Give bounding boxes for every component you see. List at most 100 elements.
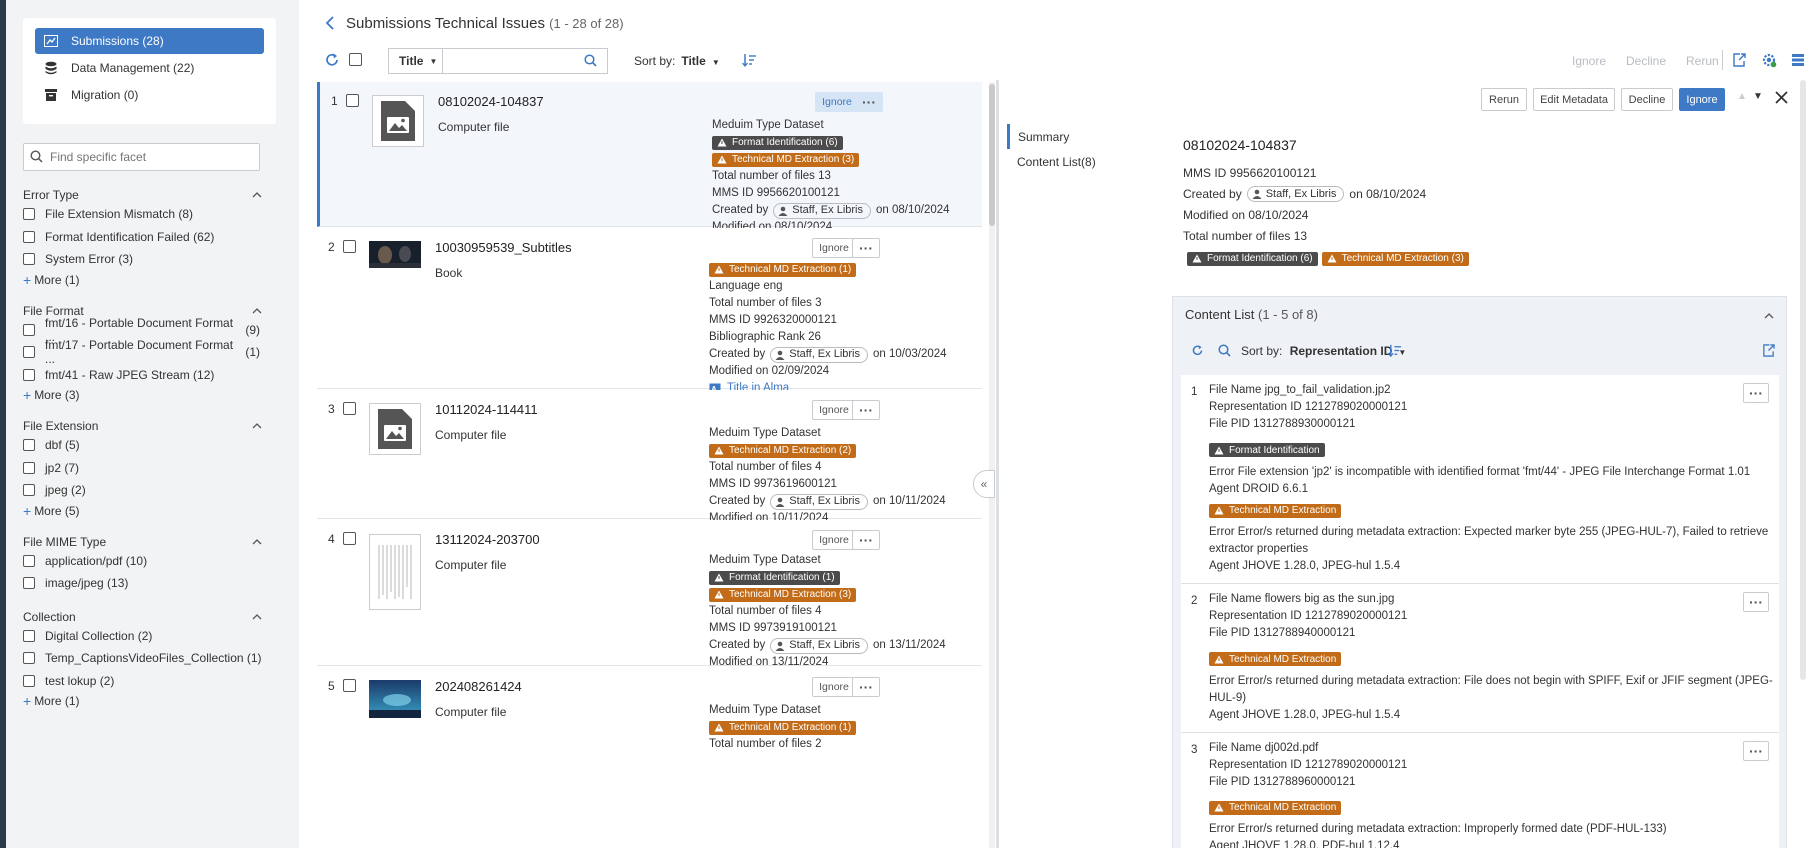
user-chip[interactable]: Staff, Ex Libris (773, 202, 871, 219)
row-checkbox[interactable] (343, 240, 356, 253)
ignore-button[interactable]: Ignore (812, 677, 856, 697)
ignore-button[interactable]: Ignore (812, 530, 856, 550)
sort-direction-icon[interactable] (741, 52, 757, 68)
facet-option[interactable]: test lokup (2) (23, 670, 268, 693)
facet-option[interactable]: application/pdf (10) (23, 550, 268, 573)
tab-summary[interactable]: Summary (1007, 124, 1147, 149)
sort-control[interactable]: Sort by: Representation ID ▼ (1241, 344, 1406, 358)
facet-option[interactable]: System Error (3) (23, 248, 268, 271)
facet-option[interactable]: fmt/17 - Portable Document Format ... (1) (23, 338, 268, 366)
rerun-button[interactable]: Rerun (1481, 88, 1527, 111)
facet-option[interactable]: Format Identification Failed (62) (23, 226, 268, 249)
row-title[interactable]: 10030959539_Subtitles (435, 240, 572, 255)
close-icon[interactable] (1775, 91, 1788, 104)
checkbox[interactable] (23, 629, 35, 642)
checkbox[interactable] (23, 484, 35, 497)
search-icon[interactable] (1218, 344, 1231, 357)
checkbox[interactable] (23, 323, 35, 336)
facet-more-link[interactable]: + More (1) (23, 692, 268, 710)
facet-search-input[interactable] (23, 143, 260, 171)
facet-option[interactable]: Digital Collection (2) (23, 625, 268, 648)
edit-metadata-button[interactable]: Edit Metadata (1533, 88, 1615, 111)
row-checkbox[interactable] (343, 679, 356, 692)
back-arrow-icon[interactable] (324, 16, 336, 30)
facet-option[interactable]: fmt/41 - Raw JPEG Stream (12) (23, 364, 268, 387)
chevron-up-icon[interactable] (1764, 311, 1774, 321)
facet-option[interactable]: Temp_CaptionsVideoFiles_Collection (1) (23, 647, 268, 670)
ignore-button[interactable]: Ignore (815, 92, 859, 112)
checkbox[interactable] (23, 461, 35, 474)
more-actions-button[interactable]: ··· (852, 400, 880, 420)
detail-scrollbar-thumb[interactable] (1800, 80, 1806, 680)
bulk-ignore-button[interactable]: Ignore (1572, 54, 1606, 68)
facet-header[interactable]: Error Type (23, 187, 268, 203)
checkbox[interactable] (23, 439, 35, 452)
facet-option[interactable]: dbf (5) (23, 434, 268, 457)
more-actions-button[interactable]: ··· (852, 677, 880, 697)
user-chip[interactable]: Staff, Ex Libris (1246, 185, 1345, 202)
row-title[interactable]: 10112024-114411 (435, 402, 538, 417)
checkbox[interactable] (23, 652, 35, 665)
more-actions-button[interactable]: ··· (852, 530, 880, 550)
export-icon[interactable] (1732, 53, 1746, 67)
facet-header[interactable]: File MIME Type (23, 534, 268, 550)
facet-more-link[interactable]: + More (3) (23, 386, 268, 404)
list-item[interactable]: 3 10112024-114411 Computer file Meduim T… (317, 390, 982, 524)
row-checkbox[interactable] (343, 532, 356, 545)
nav-item-submissions[interactable]: Submissions (28) (35, 28, 264, 54)
item-more-actions-button[interactable]: ··· (1743, 383, 1769, 403)
collapse-list-button[interactable]: « (973, 470, 995, 498)
more-actions-button[interactable]: ··· (855, 92, 883, 112)
facet-more-link[interactable]: + More (5) (23, 502, 268, 520)
facet-option[interactable]: File Extension Mismatch (8) (23, 203, 268, 226)
row-title[interactable]: 202408261424 (435, 679, 522, 694)
chevron-up-icon[interactable]: ▲ (1737, 91, 1747, 102)
bulk-rerun-button[interactable]: Rerun (1686, 54, 1719, 68)
list-view-icon[interactable] (1791, 53, 1805, 67)
export-icon[interactable] (1762, 344, 1775, 357)
user-chip[interactable]: Staff, Ex Libris (770, 493, 868, 510)
nav-item-data-management[interactable]: Data Management (22) (35, 55, 264, 81)
ignore-button[interactable]: Ignore (812, 238, 856, 258)
item-more-actions-button[interactable]: ··· (1743, 740, 1769, 761)
checkbox[interactable] (23, 368, 35, 381)
row-checkbox[interactable] (343, 402, 356, 415)
list-item[interactable]: 2 10030959539_Subtitles Book Technical M… (317, 228, 982, 394)
ignore-button[interactable]: Ignore (1679, 88, 1725, 111)
chevron-down-icon[interactable]: ▼ (1753, 91, 1763, 102)
bulk-decline-button[interactable]: Decline (1626, 54, 1666, 68)
facet-option[interactable]: jp2 (7) (23, 457, 268, 480)
row-checkbox[interactable] (346, 94, 359, 107)
search-icon[interactable] (584, 54, 597, 67)
facet-header[interactable]: Collection (23, 609, 268, 625)
list-item[interactable]: 4 13112024-203700 Computer file Meduim T… (317, 520, 982, 668)
tab-content-list[interactable]: Content List(8) (1007, 149, 1147, 174)
decline-button[interactable]: Decline (1621, 88, 1673, 111)
ignore-button[interactable]: Ignore (812, 400, 856, 420)
refresh-icon[interactable] (1191, 344, 1204, 357)
checkbox[interactable] (23, 230, 35, 243)
refresh-icon[interactable] (324, 52, 340, 68)
more-actions-button[interactable]: ··· (852, 238, 880, 258)
facet-more-link[interactable]: + More (1) (23, 271, 268, 289)
settings-gear-icon[interactable] (1761, 52, 1777, 68)
user-chip[interactable]: Staff, Ex Libris (770, 346, 868, 363)
select-all-checkbox[interactable] (349, 53, 362, 66)
facet-option[interactable]: image/jpeg (13) (23, 572, 268, 595)
checkbox[interactable] (23, 577, 35, 590)
search-field-select[interactable]: Title ▼ (388, 48, 443, 74)
facet-option[interactable]: jpeg (2) (23, 479, 268, 502)
checkbox[interactable] (23, 208, 35, 221)
sort-direction-icon[interactable] (1387, 343, 1402, 358)
item-more-actions-button[interactable]: ··· (1743, 592, 1769, 612)
nav-item-migration[interactable]: Migration (0) (35, 82, 264, 108)
user-chip[interactable]: Staff, Ex Libris (770, 637, 868, 654)
checkbox[interactable] (23, 346, 35, 359)
checkbox[interactable] (23, 253, 35, 266)
list-item[interactable]: 1 08102024-104837 Computer file Meduim T… (317, 82, 982, 233)
list-item[interactable]: 5 202408261424 Computer file Meduim Type… (317, 667, 982, 848)
checkbox[interactable] (23, 554, 35, 567)
sort-control[interactable]: Sort by: Title ▼ (634, 54, 720, 68)
list-scrollbar-thumb[interactable] (989, 84, 995, 226)
row-title[interactable]: 08102024-104837 (438, 94, 544, 109)
